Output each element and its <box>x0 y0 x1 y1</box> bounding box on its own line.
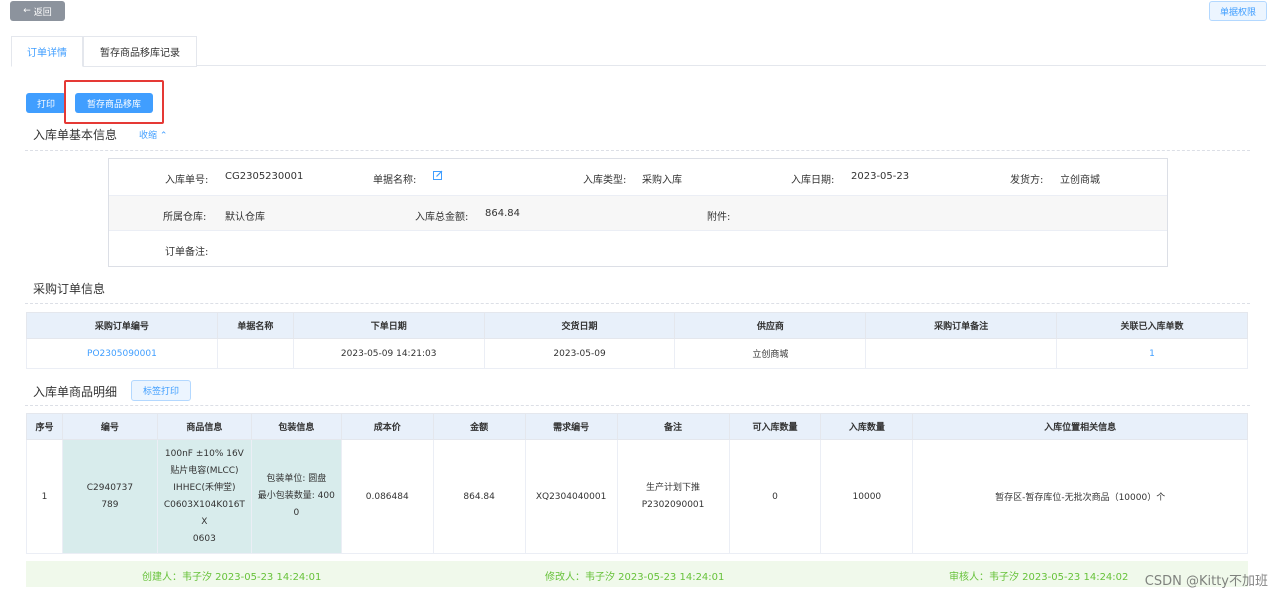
purchase-info-title: 采购订单信息 <box>33 282 106 296</box>
linked-count-link[interactable]: 1 <box>1056 338 1248 369</box>
column-header: 采购订单编号 <box>26 312 218 339</box>
code-line: C2940737 <box>86 482 134 493</box>
po-number-link[interactable]: PO2305090001 <box>26 338 218 369</box>
edit-icon[interactable] <box>433 170 443 180</box>
table-header-row: 采购订单编号 单据名称 下单日期 交货日期 供应商 采购订单备注 关联已入库单数 <box>26 312 1248 339</box>
total-value: 864.84 <box>485 208 520 219</box>
type-label: 入库类型: <box>583 175 627 186</box>
table-cell <box>865 338 1058 369</box>
table-cell <box>216 338 294 369</box>
column-header: 入库数量 <box>820 413 914 440</box>
back-label: 返回 <box>33 7 52 18</box>
print-button[interactable]: 打印 <box>26 93 66 113</box>
table-cell: XQ2304040001 <box>524 439 618 554</box>
info-line: IHHEC(禾伸堂) <box>173 482 236 493</box>
type-value: 采购入库 <box>642 175 682 186</box>
watermark: CSDN @Kitty不加班 <box>1144 574 1268 589</box>
divider <box>25 150 1250 151</box>
goods-detail-title: 入库单商品明细 <box>33 385 118 399</box>
sender-value: 立创商城 <box>1060 175 1100 186</box>
table-row: PO2305090001 2023-05-09 14:21:03 2023-05… <box>26 338 1248 369</box>
collapse-link[interactable]: 收缩 ⌃ <box>139 128 167 141</box>
column-header: 成本价 <box>340 413 434 440</box>
table-cell: 2023-05-09 <box>483 338 676 369</box>
table-cell: 0 <box>728 439 822 554</box>
permission-button[interactable]: 单据权限 <box>1209 1 1267 21</box>
divider <box>25 405 1250 406</box>
table-cell: 0.086484 <box>340 439 434 554</box>
remark-label: 订单备注: <box>165 247 209 258</box>
column-header: 可入库数量 <box>728 413 822 440</box>
table-cell: 10000 <box>820 439 914 554</box>
info-row: 所属仓库: 默认仓库 入库总金额: 864.84 附件: <box>109 195 1167 231</box>
column-header: 交货日期 <box>483 312 676 339</box>
tab-order-detail[interactable]: 订单详情 <box>11 36 83 67</box>
arrow-left-icon: ← <box>23 6 31 16</box>
collapse-label: 收缩 <box>139 131 158 141</box>
pack-line: 包装单位: 圆盘 <box>266 474 327 484</box>
column-header: 序号 <box>26 413 63 440</box>
goods-table: 序号 编号 商品信息 包装信息 成本价 金额 需求编号 备注 可入库数量 入库数… <box>26 413 1248 554</box>
pack-line: 最小包装数量: 400 <box>257 491 335 501</box>
package-info-cell: 包装单位: 圆盘 最小包装数量: 400 0 <box>250 439 342 554</box>
table-cell: 立创商城 <box>674 338 867 369</box>
product-code-cell: C2940737 789 <box>61 439 158 554</box>
table-cell: 2023-05-09 14:21:03 <box>292 338 485 369</box>
chevron-up-icon: ⌃ <box>159 131 168 141</box>
info-row: 订单备注: <box>109 231 1167 267</box>
reviewer-text: 审核人：韦子汐 2023-05-23 14:24:02 <box>949 572 1129 583</box>
tab-bar: 订单详情 暂存商品移库记录 <box>11 36 1266 67</box>
column-header: 需求编号 <box>524 413 618 440</box>
highlight-box <box>64 80 164 124</box>
table-row: 1 C2940737 789 100nF ±10% 16V 贴片电容(MLCC)… <box>26 439 1248 554</box>
table-cell: 1 <box>26 439 63 554</box>
remark-cell: 生产计划下推 P2302090001 <box>616 439 730 554</box>
sender-label: 发货方: <box>1010 175 1044 186</box>
warehouse-label: 所属仓库: <box>163 212 207 223</box>
total-label: 入库总金额: <box>415 212 469 223</box>
column-header: 包装信息 <box>250 413 342 440</box>
column-header: 采购订单备注 <box>865 312 1058 339</box>
product-info-cell: 100nF ±10% 16V 贴片电容(MLCC) IHHEC(禾伸堂) C06… <box>156 439 252 554</box>
column-header: 金额 <box>432 413 526 440</box>
tab-move-records[interactable]: 暂存商品移库记录 <box>83 36 197 67</box>
column-header: 备注 <box>616 413 730 440</box>
column-header: 单据名称 <box>216 312 294 339</box>
info-row: 入库单号: CG2305230001 单据名称: 入库类型: 采购入库 入库日期… <box>109 159 1167 195</box>
info-line: 贴片电容(MLCC) <box>170 465 239 476</box>
info-line: X <box>201 516 208 527</box>
pack-line: 0 <box>293 508 300 518</box>
info-line: 0603 <box>192 533 216 544</box>
column-header: 关联已入库单数 <box>1056 312 1248 339</box>
column-header: 下单日期 <box>292 312 485 339</box>
audit-footer: 创建人：韦子汐 2023-05-23 14:24:01 修改人：韦子汐 2023… <box>26 561 1248 587</box>
date-value: 2023-05-23 <box>851 171 910 182</box>
basic-info-title: 入库单基本信息 <box>33 128 118 142</box>
modifier-text: 修改人：韦子汐 2023-05-23 14:24:01 <box>545 572 725 583</box>
purchase-order-table: 采购订单编号 单据名称 下单日期 交货日期 供应商 采购订单备注 关联已入库单数… <box>26 312 1248 369</box>
code-line: 789 <box>101 499 119 510</box>
label-print-button[interactable]: 标签打印 <box>131 380 191 401</box>
order-no-value: CG2305230001 <box>225 171 304 182</box>
divider <box>25 303 1250 304</box>
attachment-label: 附件: <box>707 212 731 223</box>
table-cell: 864.84 <box>432 439 526 554</box>
creator-text: 创建人：韦子汐 2023-05-23 14:24:01 <box>142 572 322 583</box>
order-no-label: 入库单号: <box>165 175 209 186</box>
remark-line: P2302090001 <box>641 499 705 510</box>
info-line: C0603X104K016T <box>163 499 245 510</box>
doc-name-label: 单据名称: <box>373 175 417 186</box>
basic-info-panel: 入库单号: CG2305230001 单据名称: 入库类型: 采购入库 入库日期… <box>108 158 1168 267</box>
back-button[interactable]: ← 返回 <box>10 1 65 21</box>
column-header: 供应商 <box>674 312 867 339</box>
table-cell: 暂存区-暂存库位-无批次商品（10000）个 <box>912 439 1248 554</box>
info-line: 100nF ±10% 16V <box>164 448 244 459</box>
remark-line: 生产计划下推 <box>646 482 701 493</box>
warehouse-value: 默认仓库 <box>225 212 265 223</box>
column-header: 入库位置相关信息 <box>912 413 1248 440</box>
column-header: 编号 <box>61 413 158 440</box>
table-header-row: 序号 编号 商品信息 包装信息 成本价 金额 需求编号 备注 可入库数量 入库数… <box>26 413 1248 440</box>
date-label: 入库日期: <box>791 175 835 186</box>
column-header: 商品信息 <box>156 413 252 440</box>
